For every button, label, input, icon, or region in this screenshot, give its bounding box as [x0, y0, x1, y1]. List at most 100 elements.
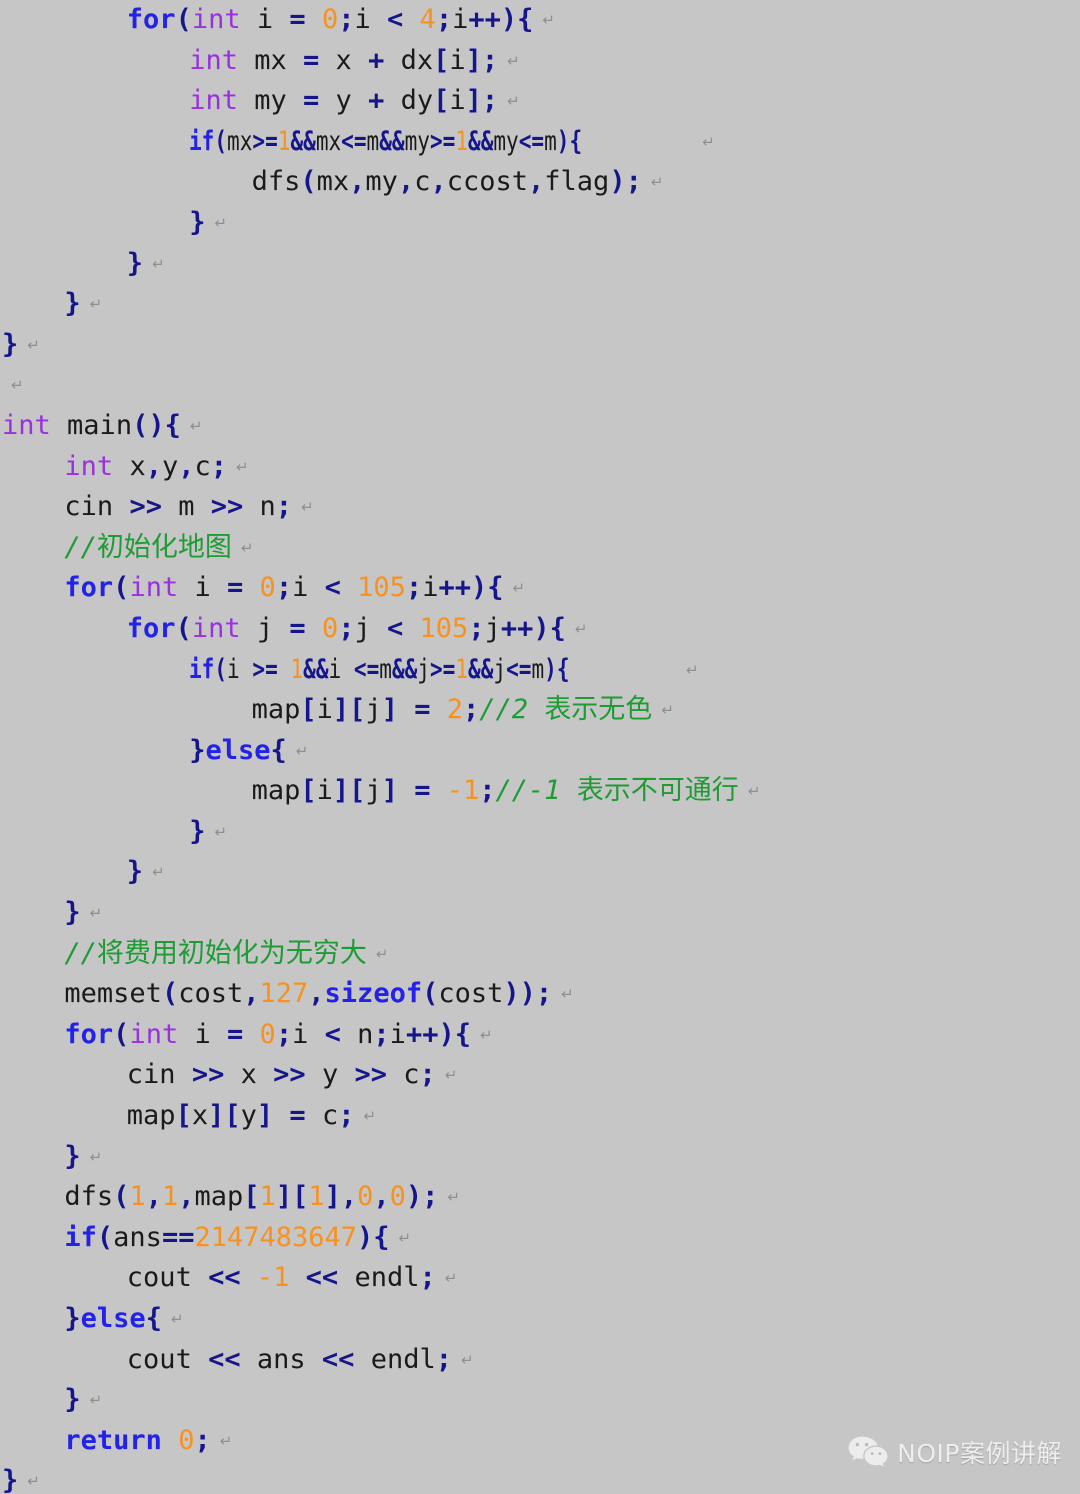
code-line: for(int j = 0;j < 105;j++){↵ — [0, 609, 1080, 650]
code-number: -1 — [256, 1262, 290, 1294]
code-line: cout << -1 << endl; ↵ — [0, 1258, 1080, 1299]
line-return-mark: ↵ — [542, 11, 555, 29]
line-return-mark: ↵ — [301, 498, 314, 517]
code-punctuation: << — [208, 1343, 241, 1375]
code-punctuation: ; — [463, 694, 480, 726]
code-punctuation: ( — [113, 1018, 130, 1050]
code-punctuation: >> — [129, 491, 162, 523]
code-identifier: my — [365, 166, 398, 198]
code-punctuation: = — [289, 612, 306, 644]
code-keyword: return — [64, 1424, 162, 1456]
code-type: int — [2, 409, 51, 441]
line-return-mark: ↵ — [27, 1472, 40, 1491]
code-identifier: m — [531, 653, 545, 685]
code-identifier: x — [240, 1059, 257, 1091]
code-punctuation: ( — [113, 1181, 130, 1213]
code-identifier: y — [335, 85, 352, 117]
code-identifier: ccost — [446, 166, 529, 198]
code-punctuation: ][ — [275, 1181, 309, 1213]
code-line: //初始化地图 ↵ — [0, 528, 1080, 569]
code-punctuation: ; — [373, 1018, 390, 1050]
line-return-mark: ↵ — [661, 701, 674, 720]
code-identifier: y — [321, 1059, 339, 1091]
code-identifier: x — [129, 450, 146, 482]
code-punctuation: ); — [609, 166, 642, 198]
code-punctuation: >> — [191, 1059, 225, 1091]
code-identifier: m — [544, 125, 557, 157]
line-return-mark: ↵ — [398, 1228, 412, 1247]
code-punctuation: ; — [419, 1059, 436, 1091]
code-line: } ↵ — [0, 852, 1080, 893]
code-punctuation: ++){ — [405, 1018, 471, 1050]
code-number: 1 — [308, 1181, 325, 1213]
line-return-mark: ↵ — [240, 538, 254, 557]
code-number: 0 — [389, 1181, 406, 1213]
code-comment: 表示不可通行 — [576, 775, 739, 807]
code-punctuation: ]; — [465, 85, 499, 117]
code-punctuation: , — [145, 1181, 162, 1213]
code-identifier: dy — [400, 85, 434, 117]
code-identifier: cin — [126, 1059, 176, 1091]
code-line: int x,y,c; ↵ — [0, 447, 1080, 488]
code-line: if(mx>=1&&mx<=m&&my>=1&&my<=m){↵ — [0, 122, 1080, 163]
code-number: 0 — [357, 1181, 374, 1213]
code-punctuation: { — [145, 1303, 162, 1334]
code-punctuation: ; — [338, 1100, 355, 1132]
code-punctuation: [ — [300, 775, 317, 807]
code-punctuation: (){ — [132, 409, 181, 441]
code-punctuation: && — [379, 125, 405, 157]
code-punctuation: ){ — [556, 125, 583, 157]
code-punctuation: = — [227, 572, 244, 604]
code-keyword: else — [205, 734, 271, 766]
code-identifier: endl — [354, 1262, 420, 1294]
code-identifier: i — [449, 44, 466, 76]
code-punctuation: <= — [354, 653, 380, 685]
code-identifier: i — [316, 775, 333, 807]
code-punctuation: ( — [161, 978, 179, 1010]
code-identifier: flag — [544, 166, 610, 198]
code-punctuation: ( — [175, 4, 192, 35]
code-screenshot: for(int i = 0;i < 4;i++){↵ int mx = x + d… — [0, 0, 1080, 1494]
code-keyword: if — [189, 125, 215, 157]
line-return-mark: ↵ — [363, 1107, 377, 1126]
code-type: int — [129, 1018, 179, 1050]
code-punctuation: < — [387, 612, 404, 644]
code-number: 0 — [321, 612, 339, 644]
code-identifier: cin — [64, 491, 114, 523]
code-comment: // — [64, 937, 97, 969]
code-punctuation: } — [189, 734, 206, 766]
code-line: } ↵ — [0, 284, 1080, 325]
code-identifier: y — [240, 1100, 257, 1132]
code-keyword: else — [80, 1303, 146, 1334]
line-return-mark: ↵ — [295, 741, 309, 760]
line-return-mark: ↵ — [27, 335, 40, 354]
code-identifier: j — [365, 775, 382, 807]
code-punctuation: , — [349, 166, 366, 198]
code-punctuation: ; — [435, 4, 453, 35]
code-identifier: endl — [370, 1343, 436, 1375]
code-punctuation: ++){ — [468, 4, 534, 35]
line-return-mark: ↵ — [507, 51, 520, 70]
code-punctuation: && — [303, 653, 329, 685]
code-punctuation: = — [303, 85, 320, 117]
code-line: for(int i = 0;i < 4;i++){↵ — [0, 0, 1080, 41]
code-punctuation: ++){ — [500, 612, 566, 644]
code-punctuation: ; — [275, 491, 293, 523]
code-punctuation: < — [387, 4, 404, 35]
code-identifier: i — [452, 4, 469, 35]
code-punctuation: [ — [300, 694, 317, 726]
